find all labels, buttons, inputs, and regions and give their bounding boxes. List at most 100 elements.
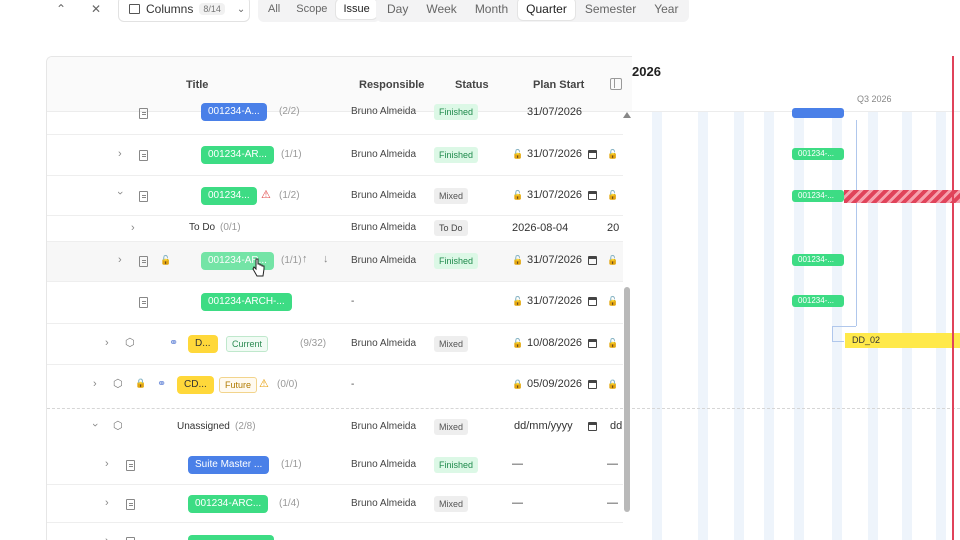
tab-month[interactable]: Month bbox=[467, 0, 516, 20]
header-plan-start[interactable]: Plan Start bbox=[533, 79, 584, 91]
lock-icon[interactable]: 🔓 bbox=[512, 296, 523, 307]
chevron-down-icon[interactable]: › bbox=[89, 423, 101, 427]
issue-pill[interactable]: 001234-ARCH-... bbox=[201, 293, 292, 311]
row-plan-start[interactable]: 10/08/2026 bbox=[527, 337, 582, 349]
header-status[interactable]: Status bbox=[455, 79, 489, 91]
row-responsible: - bbox=[351, 379, 355, 390]
row-plan-start[interactable]: — bbox=[512, 458, 523, 470]
arrow-up-icon[interactable]: ↑ bbox=[302, 253, 308, 265]
chevron-right-icon[interactable]: › bbox=[93, 378, 97, 390]
chevron-down-icon[interactable]: › bbox=[114, 191, 126, 195]
table-row[interactable]: › bbox=[47, 523, 623, 540]
lock-icon[interactable]: 🔓 bbox=[607, 296, 618, 307]
lock-icon[interactable]: 🔒 bbox=[135, 378, 146, 389]
calendar-icon[interactable] bbox=[588, 380, 597, 389]
dependency-arrow bbox=[832, 341, 844, 342]
lock-icon[interactable]: 🔒 bbox=[512, 379, 523, 390]
calendar-icon[interactable] bbox=[588, 339, 597, 348]
lock-icon[interactable]: 🔓 bbox=[607, 149, 618, 160]
issue-pill[interactable] bbox=[188, 535, 274, 540]
table-row[interactable]: › ⬡ 🔒 ⚭ CD... Future ⚠ (0/0) - 🔒 05/09/2… bbox=[47, 365, 623, 407]
lock-icon[interactable]: 🔓 bbox=[512, 190, 523, 201]
issue-pill[interactable]: 001234-ARC... bbox=[188, 495, 269, 513]
issue-pill[interactable]: 001234... bbox=[201, 187, 257, 205]
row-plan-start[interactable]: 2026-08-04 bbox=[512, 222, 568, 234]
table-row[interactable]: › 001234-ARC... (1/4) Bruno Almeida Mixe… bbox=[47, 485, 623, 523]
gantt-bar[interactable]: 001234-... bbox=[792, 254, 844, 266]
tab-day[interactable]: Day bbox=[379, 0, 416, 20]
calendar-icon[interactable] bbox=[588, 297, 597, 306]
tab-week[interactable]: Week bbox=[418, 0, 464, 20]
table-row[interactable]: › 001234... ⚠ (1/2) Bruno Almeida Mixed … bbox=[47, 176, 623, 216]
calendar-icon[interactable] bbox=[588, 422, 597, 431]
table-row[interactable]: › To Do (0/1) Bruno Almeida To Do 2026-0… bbox=[47, 216, 623, 242]
lock-icon[interactable]: 🔓 bbox=[160, 255, 171, 266]
header-title[interactable]: Title bbox=[186, 79, 208, 91]
gantt-bar[interactable]: 001234-... bbox=[792, 148, 844, 160]
link-icon[interactable]: ⚭ bbox=[157, 377, 166, 390]
table-scrollbar[interactable] bbox=[622, 112, 632, 540]
expand-collapse-icon[interactable]: ⌃ bbox=[54, 2, 68, 16]
panel-toggle-icon[interactable] bbox=[610, 78, 622, 90]
gantt-bar[interactable] bbox=[792, 108, 844, 118]
table-row[interactable]: › ⬡ ⚭ D... Current (9/32) Bruno Almeida … bbox=[47, 324, 623, 365]
chevron-right-icon[interactable]: › bbox=[105, 458, 109, 470]
chevron-right-icon[interactable]: › bbox=[105, 535, 109, 540]
table-row[interactable]: 001234-ARCH-... - 🔓 31/07/2026 🔓 bbox=[47, 282, 623, 324]
row-plan-end[interactable]: 20 bbox=[607, 222, 619, 234]
issue-pill[interactable]: 001234-A... bbox=[201, 103, 267, 121]
header-responsible[interactable]: Responsible bbox=[359, 79, 424, 91]
table-row[interactable]: › ⬡ Unassigned (2/8) Bruno Almeida Mixed… bbox=[47, 409, 623, 446]
lock-icon[interactable]: 🔓 bbox=[512, 255, 523, 266]
chevron-right-icon[interactable]: › bbox=[105, 497, 109, 509]
scrollbar-thumb[interactable] bbox=[624, 287, 630, 512]
lock-icon[interactable]: 🔓 bbox=[607, 190, 618, 201]
tab-year[interactable]: Year bbox=[646, 0, 686, 20]
table-row[interactable]: › Suite Master ... (1/1) Bruno Almeida F… bbox=[47, 446, 623, 485]
calendar-icon[interactable] bbox=[588, 191, 597, 200]
issue-pill[interactable]: 001234-AR... bbox=[201, 146, 274, 164]
gantt-bar[interactable]: 001234-... bbox=[792, 295, 844, 307]
lock-icon[interactable]: 🔓 bbox=[512, 149, 523, 160]
row-plan-start[interactable]: dd/mm/yyyy bbox=[514, 420, 573, 432]
calendar-icon[interactable] bbox=[588, 256, 597, 265]
row-plan-start[interactable]: 31/07/2026 bbox=[527, 254, 582, 266]
chevron-right-icon[interactable]: › bbox=[118, 148, 122, 160]
chevron-right-icon[interactable]: › bbox=[105, 337, 109, 349]
table-row[interactable]: 001234-A... (2/2) Bruno Almeida Finished… bbox=[47, 102, 623, 135]
row-plan-start[interactable]: 31/07/2026 bbox=[527, 148, 582, 160]
gantt-bar[interactable]: 001234-... bbox=[792, 190, 844, 202]
chevron-right-icon[interactable]: › bbox=[118, 254, 122, 266]
scope-bar[interactable]: DD_02 bbox=[845, 333, 960, 348]
chevron-right-icon[interactable]: › bbox=[131, 222, 135, 234]
tab-quarter[interactable]: Quarter bbox=[518, 0, 575, 20]
row-plan-start[interactable]: — bbox=[512, 497, 523, 509]
tab-semester[interactable]: Semester bbox=[577, 0, 644, 20]
tab-all[interactable]: All bbox=[261, 0, 287, 19]
table-row[interactable]: › 🔓 001234-AR... (1/1) ↑ ↓ Bruno Almeida… bbox=[47, 242, 623, 282]
arrow-down-icon[interactable]: ↓ bbox=[323, 253, 329, 265]
row-plan-start[interactable]: 05/09/2026 bbox=[527, 378, 582, 390]
scope-pill[interactable]: CD... bbox=[177, 376, 214, 394]
tab-scope[interactable]: Scope bbox=[289, 0, 334, 19]
lock-icon[interactable]: 🔒 bbox=[607, 379, 618, 390]
row-plan-end[interactable]: dd bbox=[610, 420, 622, 432]
overdue-bar[interactable] bbox=[844, 190, 960, 203]
scroll-up-icon[interactable] bbox=[623, 112, 631, 118]
table-row[interactable]: › 001234-AR... (1/1) Bruno Almeida Finis… bbox=[47, 135, 623, 176]
row-plan-end[interactable]: — bbox=[607, 458, 618, 470]
lock-icon[interactable]: 🔓 bbox=[607, 255, 618, 266]
row-plan-start[interactable]: 31/07/2026 bbox=[527, 189, 582, 201]
row-plan-end[interactable]: — bbox=[607, 497, 618, 509]
columns-button[interactable]: Columns 8/14 ⌄ bbox=[118, 0, 250, 22]
tab-issue[interactable]: Issue bbox=[336, 0, 377, 19]
row-plan-start[interactable]: 31/07/2026 bbox=[527, 106, 582, 118]
collapse-all-icon[interactable]: ✕ bbox=[89, 2, 103, 16]
issue-pill[interactable]: Suite Master ... bbox=[188, 456, 270, 474]
lock-icon[interactable]: 🔓 bbox=[512, 338, 523, 349]
row-plan-start[interactable]: 31/07/2026 bbox=[527, 295, 582, 307]
scope-pill[interactable]: D... bbox=[188, 335, 218, 353]
link-icon[interactable]: ⚭ bbox=[169, 336, 178, 349]
lock-icon[interactable]: 🔓 bbox=[607, 338, 618, 349]
calendar-icon[interactable] bbox=[588, 150, 597, 159]
